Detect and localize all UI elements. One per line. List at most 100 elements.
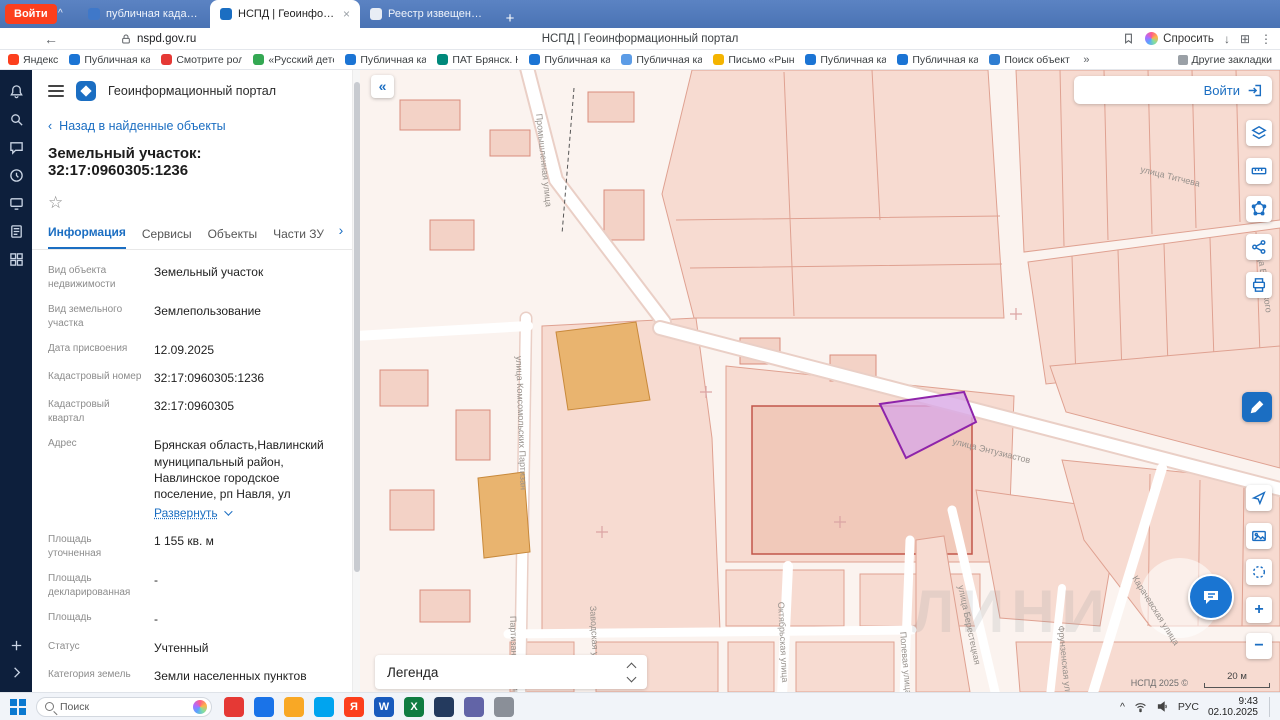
apps-grid-icon[interactable] bbox=[9, 252, 24, 267]
add-panel-icon[interactable] bbox=[9, 638, 24, 653]
nav-back-icon[interactable]: ← bbox=[44, 31, 58, 47]
close-tab-icon[interactable]: × bbox=[343, 7, 350, 21]
word-icon[interactable]: W bbox=[374, 696, 394, 717]
taskbar-app-icon[interactable] bbox=[224, 696, 244, 717]
bookmark-item[interactable]: «Русский детекти bbox=[253, 54, 334, 66]
field-label: Статус bbox=[48, 640, 80, 652]
notes-icon[interactable] bbox=[9, 224, 24, 239]
bookmark-item[interactable]: Письмо «Рыночн bbox=[713, 54, 794, 66]
bookmarks-overflow-icon[interactable]: » bbox=[1083, 54, 1089, 66]
tab-objects[interactable]: Объекты bbox=[208, 227, 258, 249]
bookmark-favicon bbox=[805, 54, 817, 65]
pen-icon bbox=[1250, 400, 1264, 414]
portal-login-button[interactable]: Войти bbox=[1074, 76, 1272, 104]
bookmark-item[interactable]: Смотрите ролик bbox=[161, 54, 242, 66]
taskbar-app-icon[interactable] bbox=[254, 696, 274, 717]
tray-expand-icon[interactable]: ^ bbox=[1120, 701, 1125, 713]
language-indicator[interactable]: РУС bbox=[1178, 701, 1199, 713]
field-value: Земли населенных пунктов bbox=[154, 668, 307, 683]
search-icon[interactable] bbox=[9, 112, 24, 127]
tab-information[interactable]: Информация bbox=[48, 225, 126, 249]
speaker-icon[interactable] bbox=[1156, 700, 1169, 713]
browser-tab-2-active[interactable]: НСПД | Геоинформаци × bbox=[210, 0, 360, 28]
draw-tool-button[interactable] bbox=[1242, 392, 1272, 422]
taskbar-app-icon[interactable] bbox=[464, 696, 484, 717]
taskbar-app-icon[interactable] bbox=[494, 696, 514, 717]
object-fields: Вид объекта недвижимости Земельный участо… bbox=[32, 250, 352, 692]
login-arrow-icon bbox=[1248, 84, 1262, 96]
taskbar-app-icon[interactable] bbox=[314, 696, 334, 717]
download-icon[interactable]: ↓ bbox=[1224, 32, 1230, 46]
bookmark-label: Публичная кадас bbox=[912, 53, 979, 66]
extensions-icon[interactable]: ⊞ bbox=[1240, 32, 1250, 46]
taskbar-search[interactable]: Поиск bbox=[36, 696, 212, 717]
favorite-star-icon[interactable]: ☆ bbox=[32, 183, 352, 215]
field-row: Дата присвоения 12.09.2025 bbox=[48, 336, 338, 364]
select-area-button[interactable] bbox=[1246, 559, 1272, 585]
chat-button[interactable] bbox=[1188, 574, 1234, 620]
share-button[interactable] bbox=[1246, 234, 1272, 260]
excel-icon[interactable]: X bbox=[404, 696, 424, 717]
legend-toggle-icon[interactable] bbox=[626, 662, 637, 682]
expand-rail-icon[interactable] bbox=[9, 665, 24, 680]
taskbar-app-icon[interactable] bbox=[434, 696, 454, 717]
tabs-scroll-right-icon[interactable]: › bbox=[330, 219, 352, 241]
expand-address-link[interactable]: Развернуть bbox=[154, 505, 338, 521]
bookmark-item[interactable]: Публичная кадас bbox=[69, 54, 150, 66]
tab-services[interactable]: Сервисы bbox=[142, 227, 192, 249]
collapse-panel-button[interactable]: « bbox=[371, 75, 394, 98]
clock[interactable]: 9:43 02.10.2025 bbox=[1208, 696, 1258, 718]
portal-app-title: Геоинформационный портал bbox=[108, 84, 277, 98]
back-to-results-link[interactable]: ‹ Назад в найденные объекты bbox=[32, 109, 352, 135]
other-bookmarks-button[interactable]: Другие закладки bbox=[1177, 54, 1272, 66]
legend-panel[interactable]: Легенда bbox=[375, 655, 647, 689]
my-location-button[interactable] bbox=[1246, 485, 1272, 511]
yandex-browser-icon[interactable]: Я bbox=[344, 696, 364, 717]
zoom-out-button[interactable]: − bbox=[1246, 633, 1272, 659]
field-row-address: Адрес Брянская область,Навлинский муници… bbox=[48, 431, 338, 527]
bookmark-item[interactable]: Яндекс bbox=[8, 54, 58, 66]
measure-area-button[interactable] bbox=[1246, 196, 1272, 222]
bookmark-item[interactable]: Публичная кадас bbox=[345, 54, 426, 66]
field-label: Кадастровый квартал bbox=[48, 399, 110, 424]
panorama-button[interactable] bbox=[1246, 523, 1272, 549]
start-button[interactable] bbox=[10, 698, 26, 715]
bookmark-item[interactable]: Публичная кадас bbox=[529, 54, 610, 66]
messenger-icon[interactable] bbox=[9, 140, 24, 155]
history-icon[interactable] bbox=[9, 168, 24, 183]
notifications-icon[interactable] bbox=[9, 84, 24, 99]
map-canvas[interactable]: ЛИНИ Промышленная улица улица Титчева ул… bbox=[360, 70, 1280, 692]
profile-login-badge[interactable]: Войти bbox=[5, 4, 57, 24]
print-button[interactable] bbox=[1246, 272, 1272, 298]
bookmark-item[interactable]: Поиск объектов bbox=[989, 54, 1070, 66]
show-desktop-button[interactable] bbox=[1269, 696, 1272, 717]
bookmark-favicon bbox=[161, 54, 173, 65]
tab-favicon bbox=[220, 8, 232, 20]
scale-ruler-button[interactable] bbox=[1246, 158, 1272, 184]
bookmark-item[interactable]: Публичная кадас bbox=[805, 54, 886, 66]
url-field[interactable]: nspd.gov.ru bbox=[120, 33, 196, 45]
field-value: 12.09.2025 bbox=[154, 343, 215, 357]
bookmark-item[interactable]: ПАТ Брянск. Кни bbox=[437, 54, 518, 66]
bookmark-flag-icon[interactable] bbox=[1122, 32, 1135, 45]
panel-scrollbar[interactable] bbox=[352, 70, 360, 692]
browser-tab-3[interactable]: Реестр извещений bbox=[360, 0, 492, 28]
tab-parcel-parts[interactable]: Части ЗУ bbox=[273, 227, 324, 249]
new-tab-button[interactable]: + bbox=[500, 8, 520, 28]
zoom-in-button[interactable]: + bbox=[1246, 597, 1272, 623]
nspd-logo-icon[interactable] bbox=[76, 81, 96, 101]
bookmark-item[interactable]: Публичная кадас bbox=[621, 54, 702, 66]
folder-icon[interactable] bbox=[284, 696, 304, 717]
network-icon[interactable] bbox=[1134, 700, 1147, 713]
bookmark-item[interactable]: Публичная кадас bbox=[897, 54, 978, 66]
ask-ai-button[interactable]: Спросить bbox=[1145, 32, 1214, 45]
profile-caret-icon[interactable]: ^ bbox=[58, 8, 63, 19]
bookmark-label: ПАТ Брянск. Кни bbox=[452, 53, 518, 66]
layers-button[interactable] bbox=[1246, 120, 1272, 146]
menu-burger-icon[interactable] bbox=[48, 85, 64, 97]
browser-menu-icon[interactable]: ⋮ bbox=[1260, 32, 1272, 46]
devices-icon[interactable] bbox=[9, 196, 24, 211]
bookmark-favicon bbox=[8, 54, 19, 65]
browser-tab-1[interactable]: публичная кадастровая bbox=[78, 0, 210, 28]
copilot-icon[interactable] bbox=[193, 699, 207, 714]
